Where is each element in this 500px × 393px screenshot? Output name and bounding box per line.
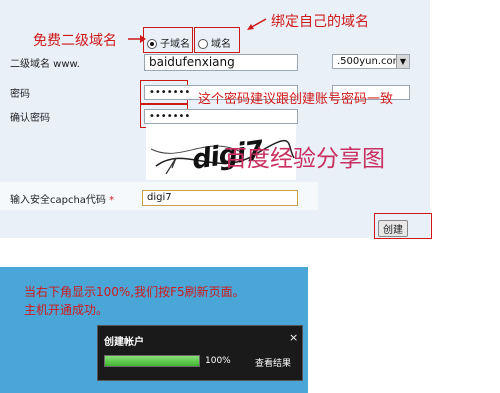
create-button[interactable]: 创建	[378, 220, 408, 237]
arrow-left-icon	[247, 18, 267, 30]
required-mark: *	[109, 195, 115, 206]
radio-domain[interactable]: 域名	[198, 35, 231, 50]
free-subdomain-annotation: 免费二级域名	[33, 33, 117, 49]
refresh-note-line1: 当右下角显示100%,我们按F5刷新页面。	[24, 285, 245, 299]
bind-domain-annotation: 绑定自己的域名	[271, 14, 369, 30]
refresh-note-line2: 主机开通成功。	[24, 303, 109, 317]
dialog-title: 创建帐户	[104, 337, 144, 348]
radio-subdomain-label: 子域名	[160, 39, 190, 50]
radio-subdomain[interactable]: 子域名	[147, 35, 190, 50]
chevron-down-icon: ▼	[396, 55, 409, 68]
password-label: 密码	[10, 89, 30, 100]
radio-unselected-icon	[198, 39, 208, 49]
password-tip-annotation: 这个密码建议跟创建账号密码一致	[198, 92, 394, 107]
captcha-input[interactable]: digi7	[142, 190, 298, 206]
domain-suffix-select[interactable]: .500yun.com ▼	[332, 54, 410, 69]
progress-bar	[104, 355, 200, 367]
radio-selected-icon	[147, 39, 157, 49]
radio-domain-label: 域名	[211, 39, 231, 50]
captcha-label-text: 输入安全capcha代码	[10, 195, 106, 206]
close-icon[interactable]: ×	[289, 331, 298, 344]
domain-suffix-value: .500yun.com	[337, 56, 403, 67]
subdomain-label: 二级域名 www.	[10, 59, 80, 70]
captcha-label: 输入安全capcha代码 *	[10, 191, 114, 206]
confirm-password-input[interactable]: •••••••	[144, 109, 298, 124]
watermark-text: 百度经验分享图	[224, 146, 385, 172]
arrow-right-icon	[128, 35, 146, 43]
progress-fill	[105, 356, 199, 366]
confirm-password-label: 确认密码	[10, 113, 50, 124]
subdomain-input[interactable]: baidufenxiang	[144, 54, 298, 71]
progress-percent: 100%	[205, 356, 231, 366]
view-result-link[interactable]: 查看结果	[255, 356, 291, 369]
